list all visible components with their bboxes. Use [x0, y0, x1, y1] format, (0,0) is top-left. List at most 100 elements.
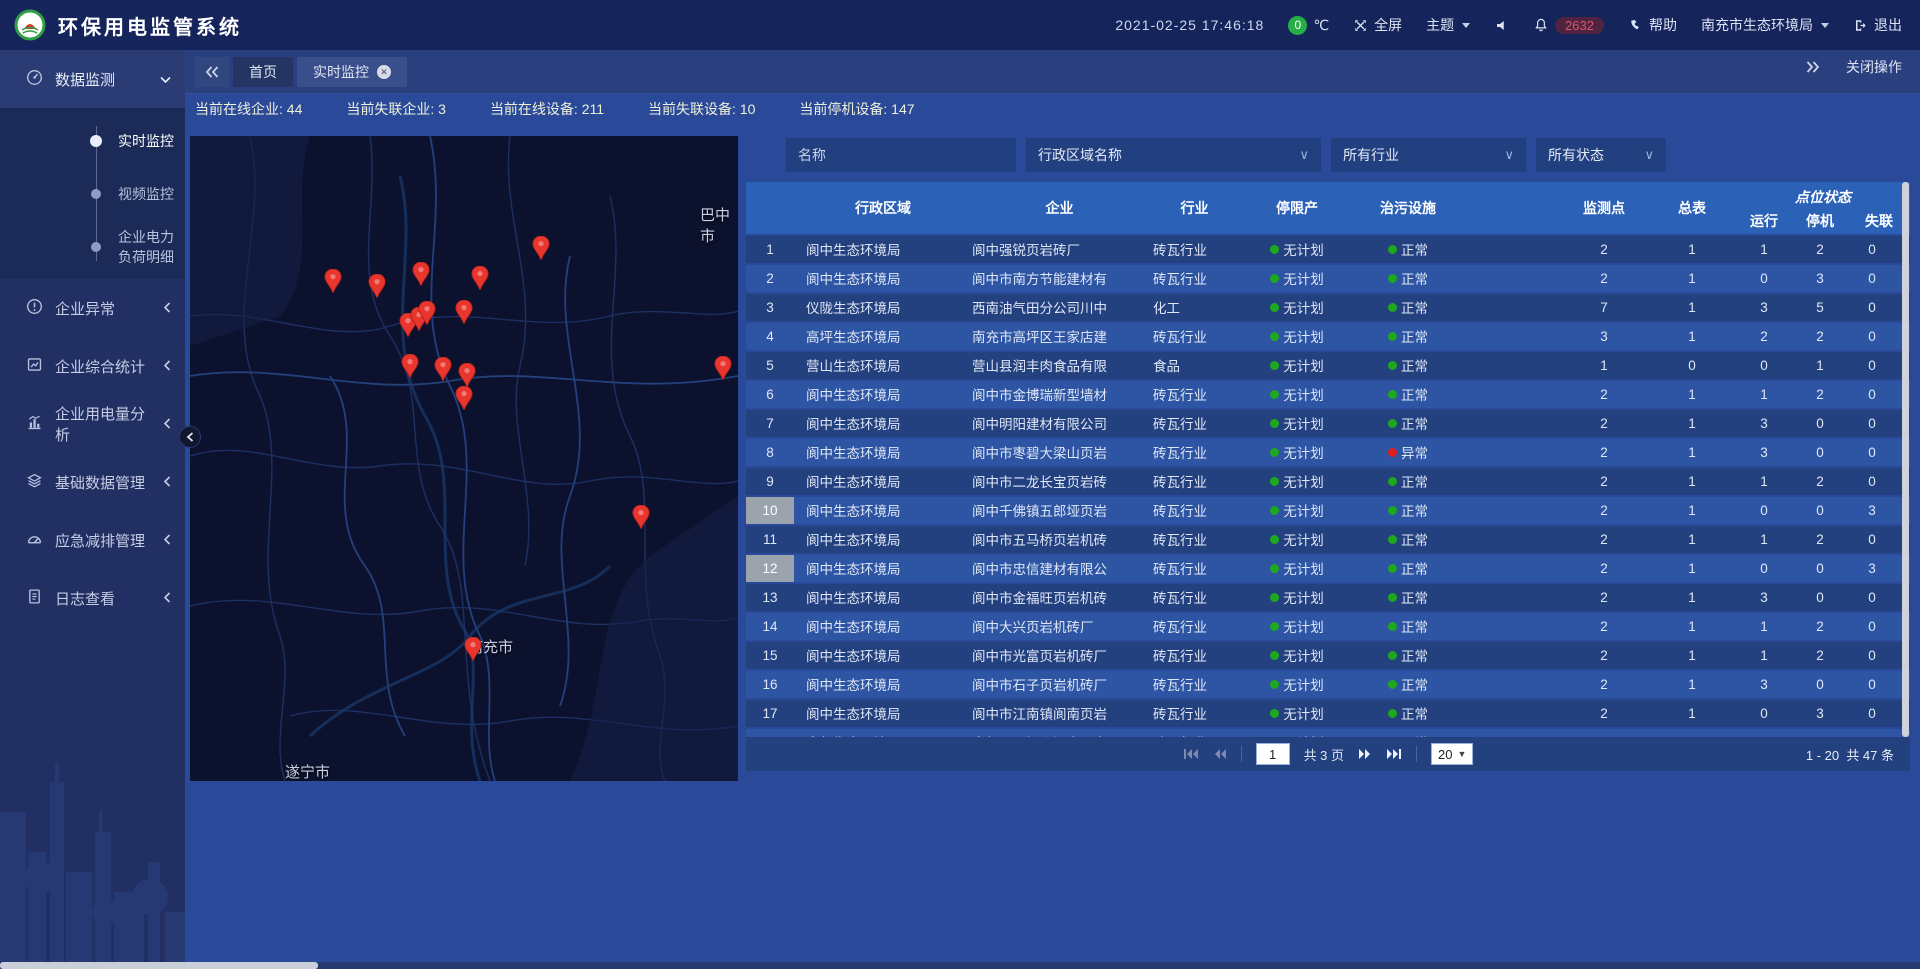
theme-menu[interactable]: 主题: [1426, 15, 1470, 35]
mute-button[interactable]: [1494, 18, 1509, 33]
notification-badge: 2632: [1555, 17, 1604, 34]
sidebar-subitem-实时监控[interactable]: 实时监控: [0, 114, 185, 167]
sidebar-item-日志查看[interactable]: 日志查看: [0, 569, 185, 627]
cell-monitor-count: 2: [1560, 700, 1648, 727]
cell-facility-status: 正常: [1352, 265, 1464, 292]
map-pin[interactable]: [368, 274, 386, 298]
map-collapse-button[interactable]: [179, 426, 201, 448]
map-pin[interactable]: [464, 637, 482, 661]
help-button[interactable]: 帮助: [1628, 15, 1677, 35]
column-header-stop: 停限产: [1242, 182, 1352, 234]
chevron-left-icon: [163, 416, 171, 433]
region-select[interactable]: 行政区域名称 ∨: [1026, 138, 1321, 172]
sidebar-item-数据监测[interactable]: 数据监测: [0, 50, 185, 108]
map-pin[interactable]: [455, 386, 473, 410]
sidebar-subitem-视频监控[interactable]: 视频监控: [0, 167, 185, 220]
map-pin[interactable]: [434, 357, 452, 381]
table-row[interactable]: 7阆中生态环境局阆中明阳建材有限公司砖瓦行业无计划正常21300: [746, 410, 1910, 437]
table-row[interactable]: 13阆中生态环境局阆中市金福旺页岩机砖砖瓦行业无计划正常21300: [746, 584, 1910, 611]
table-row[interactable]: 6阆中生态环境局阆中市金博瑞新型墙材砖瓦行业无计划正常21120: [746, 381, 1910, 408]
page-size-select[interactable]: 20 ▼: [1431, 743, 1473, 765]
stats-icon: [26, 356, 43, 377]
close-operations-button[interactable]: 关闭操作: [1846, 57, 1902, 77]
table-header: 行政区域 企业 行业 停限产 治污设施 监测点 总表 点位状态 运行 停机 失联: [746, 182, 1910, 234]
table-row[interactable]: 1阆中生态环境局阆中强锐页岩砖厂砖瓦行业无计划正常21120: [746, 236, 1910, 263]
table-row[interactable]: 2阆中生态环境局阆中市南方节能建材有砖瓦行业无计划正常21030: [746, 265, 1910, 292]
sidebar-item-应急减排管理[interactable]: 应急减排管理: [0, 511, 185, 569]
last-page-button[interactable]: [1386, 748, 1402, 760]
user-menu[interactable]: 南充市生态环境局: [1701, 15, 1829, 35]
sidebar-item-企业用电量分析[interactable]: 企业用电量分析: [0, 395, 185, 453]
sidebar-item-基础数据管理[interactable]: 基础数据管理: [0, 453, 185, 511]
workspace: 巴中市南充市遂宁市 行政区域名称 ∨: [185, 124, 1920, 781]
table-row[interactable]: 9阆中生态环境局阆中市二龙长宝页岩砖砖瓦行业无计划正常21120: [746, 468, 1910, 495]
column-header-lost: 失联: [1848, 208, 1910, 234]
table-row[interactable]: 8阆中生态环境局阆中市枣碧大梁山页岩砖瓦行业无计划异常21300: [746, 439, 1910, 466]
tabs-scroll-left-button[interactable]: [195, 57, 229, 87]
table-row[interactable]: 16阆中生态环境局阆中市石子页岩机砖厂砖瓦行业无计划正常21300: [746, 671, 1910, 698]
map-pin[interactable]: [455, 300, 473, 324]
table-row[interactable]: 11阆中生态环境局阆中市五马桥页岩机砖砖瓦行业无计划正常21120: [746, 526, 1910, 553]
alert-icon: [26, 298, 43, 319]
map-pin[interactable]: [632, 505, 650, 529]
cell-region: 阆中生态环境局: [794, 642, 972, 669]
cell-company: 阆中市光富页岩机砖厂: [972, 642, 1147, 669]
table-row[interactable]: 10阆中生态环境局阆中千佛镇五郎垭页岩砖瓦行业无计划正常21003: [746, 497, 1910, 524]
table-row[interactable]: 15阆中生态环境局阆中市光富页岩机砖厂砖瓦行业无计划正常21120: [746, 642, 1910, 669]
tab-首页[interactable]: 首页: [233, 57, 293, 87]
table-row[interactable]: 4高坪生态环境局南充市高坪区王家店建砖瓦行业无计划正常31220: [746, 323, 1910, 350]
name-search-input[interactable]: [786, 138, 1016, 172]
help-label: 帮助: [1649, 15, 1677, 35]
next-page-button[interactable]: [1358, 748, 1372, 760]
map-panel[interactable]: 巴中市南充市遂宁市: [190, 136, 738, 781]
cell-run-count: 3: [1736, 439, 1792, 466]
sidebar-subitem-企业电力负荷明细[interactable]: 企业电力负荷明细: [0, 220, 185, 273]
fullscreen-button[interactable]: 全屏: [1353, 15, 1402, 35]
map-pin[interactable]: [458, 363, 476, 387]
horizontal-scrollbar[interactable]: [0, 962, 1920, 969]
cell-halt-count: 2: [1792, 236, 1848, 263]
table-row[interactable]: 17阆中生态环境局阆中市江南镇阆南页岩砖瓦行业无计划正常21030: [746, 700, 1910, 727]
phone-icon: [1628, 18, 1643, 33]
status-dot-icon: [1270, 448, 1279, 457]
double-chevron-right-icon[interactable]: [1806, 61, 1820, 73]
table-vertical-scrollbar[interactable]: [1902, 182, 1909, 737]
map-pin[interactable]: [714, 356, 732, 380]
sidebar-item-企业异常[interactable]: 企业异常: [0, 279, 185, 337]
cell-facility-status: 正常: [1352, 729, 1464, 737]
table-row[interactable]: 14阆中生态环境局阆中大兴页岩机砖厂砖瓦行业无计划正常21120: [746, 613, 1910, 640]
first-page-button[interactable]: [1183, 748, 1199, 760]
status-dot-icon: [1270, 680, 1279, 689]
tab-实时监控[interactable]: 实时监控✕: [297, 57, 407, 87]
map-pin[interactable]: [324, 269, 342, 293]
enterprise-table: 行政区域 企业 行业 停限产 治污设施 监测点 总表 点位状态 运行 停机 失联: [746, 182, 1910, 737]
status-dot-icon: [1388, 564, 1397, 573]
sidebar-item-企业综合统计[interactable]: 企业综合统计: [0, 337, 185, 395]
map-pin[interactable]: [471, 266, 489, 290]
industry-select-value: 所有行业: [1343, 145, 1399, 165]
cell-lost-count: 0: [1848, 410, 1910, 437]
cell-company: 阆中市江南镇阆南页岩: [972, 700, 1147, 727]
page-title: 环保用电监管系统: [58, 11, 242, 40]
horizontal-scrollbar-thumb[interactable]: [0, 962, 318, 969]
map-pin[interactable]: [412, 262, 430, 286]
status-dot-icon: [1270, 274, 1279, 283]
cell-halt-count: 0: [1792, 497, 1848, 524]
map-pin[interactable]: [401, 354, 419, 378]
table-row[interactable]: 18南部生态环境局南部县碾垭乡洄水页岩砖瓦行业无计划正常21030: [746, 729, 1910, 737]
map-pin[interactable]: [418, 301, 436, 325]
logout-button[interactable]: 退出: [1853, 15, 1902, 35]
tab-close-icon[interactable]: ✕: [377, 65, 391, 79]
map-pin[interactable]: [532, 236, 550, 260]
cell-region: 营山生态环境局: [794, 352, 972, 379]
page-number-input[interactable]: [1256, 743, 1290, 765]
table-row[interactable]: 5营山生态环境局营山县润丰肉食品有限食品无计划正常10010: [746, 352, 1910, 379]
previous-page-button[interactable]: [1213, 748, 1227, 760]
notifications[interactable]: 2632: [1533, 17, 1604, 34]
page-size-value: 20: [1438, 747, 1452, 762]
table-row[interactable]: 3仪陇生态环境局西南油气田分公司川中化工无计划正常71350: [746, 294, 1910, 321]
industry-select[interactable]: 所有行业 ∨: [1331, 138, 1526, 172]
status-select[interactable]: 所有状态 ∨: [1536, 138, 1666, 172]
table-row[interactable]: 12阆中生态环境局阆中市忠信建材有限公砖瓦行业无计划正常21003: [746, 555, 1910, 582]
status-dot-icon: [1388, 477, 1397, 486]
